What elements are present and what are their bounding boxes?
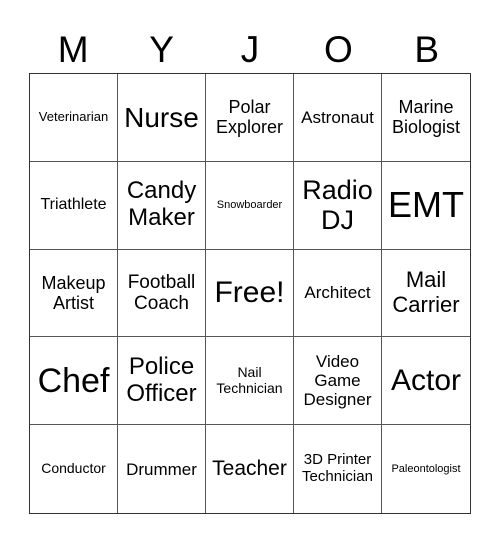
bingo-cell[interactable]: Radio DJ [294,161,382,250]
bingo-cell[interactable]: Actor [382,337,470,426]
bingo-cell[interactable]: 3D Printer Technician [294,425,382,513]
bingo-cell[interactable]: Video Game Designer [294,337,382,426]
bingo-cell[interactable]: Triathlete [30,161,118,250]
bingo-cell[interactable]: Police Officer [118,337,206,426]
bingo-cell[interactable]: Drummer [118,425,206,513]
bingo-cell[interactable]: Mail Carrier [382,250,470,338]
bingo-cell[interactable]: Paleontologist [382,425,470,513]
bingo-cell[interactable]: Astronaut [294,74,382,162]
bingo-cell[interactable]: Teacher [206,425,294,513]
bingo-cell[interactable]: EMT [382,162,470,250]
bingo-cell[interactable]: Football Coach [118,249,206,338]
bingo-cell[interactable]: Conductor [30,425,118,513]
free-space-cell[interactable]: Free! [206,249,294,338]
bingo-cell[interactable]: Architect [294,249,382,338]
bingo-cell[interactable]: Snowboarder [206,161,294,250]
header-letter: O [323,29,353,70]
bingo-cell[interactable]: Nail Technician [206,337,294,426]
bingo-cell[interactable]: Nurse [118,74,206,162]
bingo-cell[interactable]: Polar Explorer [206,74,294,162]
bingo-cell[interactable]: Candy Maker [118,161,206,250]
bingo-grid: Veterinarian Nurse Polar Explorer Astron… [29,73,471,514]
bingo-cell[interactable]: Chef [30,337,118,426]
bingo-cell[interactable]: Marine Biologist [382,74,470,162]
header-letter: M [57,29,89,70]
header-letter: Y [149,29,174,70]
header-letter: B [414,29,440,70]
bingo-cell[interactable]: Makeup Artist [30,249,118,338]
bingo-cell[interactable]: Veterinarian [30,74,118,162]
header-letter: J [240,29,260,70]
bingo-header: M Y J O B [29,28,471,72]
